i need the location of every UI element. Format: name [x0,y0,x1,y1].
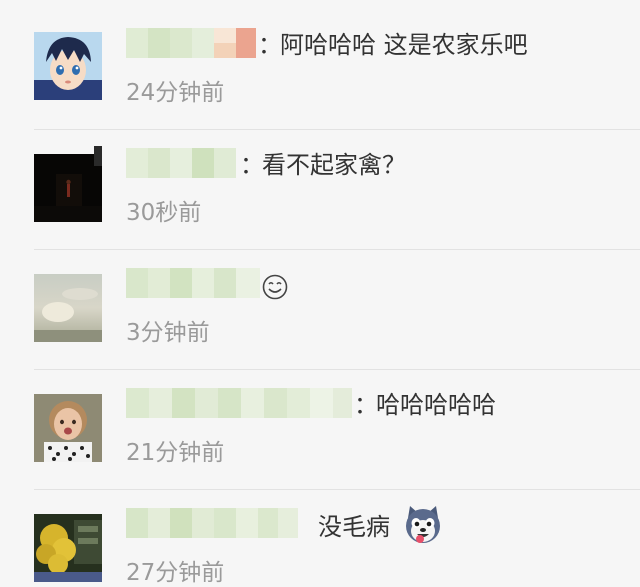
user-avatar[interactable] [34,274,102,342]
dark-stage-avatar-icon [34,154,102,222]
mosaic-cell [192,148,214,178]
comment-text: 看不起家禽？ [262,151,406,179]
comment-separator: ： [354,391,378,419]
mosaic-cell [149,388,172,418]
mosaic-cell [195,388,218,418]
husky-emoji-icon [406,506,440,543]
comment-text: 没毛病 [318,513,390,541]
divider [34,369,640,370]
user-avatar[interactable] [34,514,102,582]
blurred-username[interactable] [126,388,352,418]
mosaic-cell [310,388,333,418]
user-avatar[interactable] [34,394,102,462]
comment-time: 3分钟前 [126,320,210,346]
mosaic-cell [333,388,352,418]
comment-text: 哈哈哈哈哈 [376,391,496,419]
divider [34,129,640,130]
user-avatar[interactable] [34,154,102,222]
mosaic-cell [192,268,214,298]
girl-photo-avatar-icon [34,394,102,462]
mosaic-cell [264,388,287,418]
mosaic-cell [172,388,195,418]
comment-time: 27分钟前 [126,560,225,586]
mosaic-cell [148,148,170,178]
avatar-badge [94,146,102,166]
mosaic-cell [126,148,148,178]
comment-separator: ： [240,151,264,179]
mosaic-cell [236,268,260,298]
divider [34,249,640,250]
mosaic-cell [236,508,258,538]
mosaic-cell [214,508,236,538]
mosaic-cell [148,268,170,298]
mosaic-cell [126,388,149,418]
mosaic-cell [287,388,310,418]
mosaic-cell [148,508,170,538]
comment-list: ： 阿哈哈哈 这是农家乐吧 24分钟前 ： 看不起家禽？ 30秒前 3分钟前 ：… [0,0,640,587]
blurred-username[interactable] [126,148,236,178]
blurred-username[interactable] [126,268,260,298]
mosaic-cell [170,148,192,178]
mosaic-cell [126,268,148,298]
mosaic-cell [214,268,236,298]
mosaic-cell [258,508,278,538]
mosaic-cell [170,268,192,298]
mosaic-cell [241,388,264,418]
divider [34,489,640,490]
sky-landscape-avatar-icon [34,274,102,342]
mosaic-cell [170,508,192,538]
yellow-tree-avatar-icon [34,514,102,582]
smile-emoji-icon [262,274,288,300]
comment-item: 没毛病 27分钟前 [0,0,640,586]
comment-time: 30秒前 [126,200,202,226]
comment-time: 21分钟前 [126,440,225,466]
blurred-username[interactable] [126,508,298,538]
mosaic-cell [214,148,236,178]
mosaic-cell [278,508,298,538]
mosaic-cell [218,388,241,418]
mosaic-cell [192,508,214,538]
mosaic-cell [126,508,148,538]
